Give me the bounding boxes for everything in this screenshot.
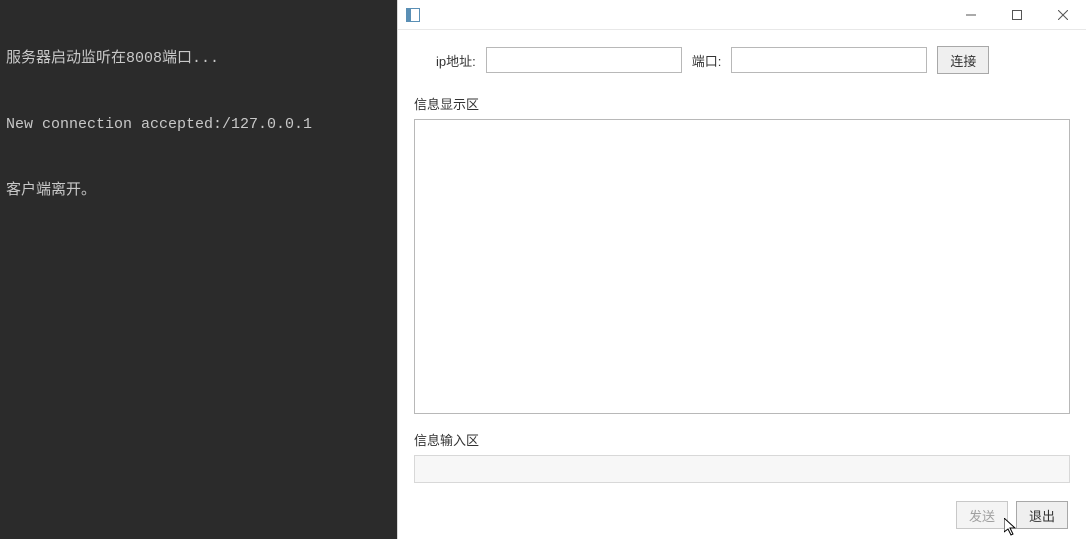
titlebar-left <box>406 8 426 22</box>
app-icon <box>406 8 420 22</box>
exit-button[interactable]: 退出 <box>1016 501 1068 529</box>
maximize-button[interactable] <box>994 0 1040 30</box>
message-input[interactable] <box>414 455 1070 483</box>
close-button[interactable] <box>1040 0 1086 30</box>
display-area-label: 信息显示区 <box>414 94 1070 113</box>
close-icon <box>1058 10 1068 20</box>
terminal-line: New connection accepted:/127.0.0.1 <box>6 114 391 136</box>
minimize-button[interactable] <box>948 0 994 30</box>
terminal-pane: 服务器启动监听在8008端口... New connection accepte… <box>0 0 397 539</box>
ip-input[interactable] <box>486 47 682 73</box>
connect-button[interactable]: 连接 <box>937 46 989 74</box>
window-content: ip地址: 端口: 连接 信息显示区 信息输入区 发送 退出 <box>398 30 1086 539</box>
titlebar-controls <box>948 0 1086 29</box>
titlebar <box>398 0 1086 30</box>
terminal-line: 服务器启动监听在8008端口... <box>6 48 391 70</box>
ip-label: ip地址: <box>436 51 476 70</box>
connect-row: ip地址: 端口: 连接 <box>414 46 1070 74</box>
minimize-icon <box>966 10 976 20</box>
footer-row: 发送 退出 <box>414 501 1070 529</box>
message-display-area[interactable] <box>414 119 1070 414</box>
client-window: ip地址: 端口: 连接 信息显示区 信息输入区 发送 退出 <box>397 0 1086 539</box>
port-label: 端口: <box>692 51 722 70</box>
terminal-line: 客户端离开。 <box>6 180 391 202</box>
input-area-label: 信息输入区 <box>414 430 1070 449</box>
maximize-icon <box>1012 10 1022 20</box>
send-button[interactable]: 发送 <box>956 501 1008 529</box>
port-input[interactable] <box>731 47 927 73</box>
